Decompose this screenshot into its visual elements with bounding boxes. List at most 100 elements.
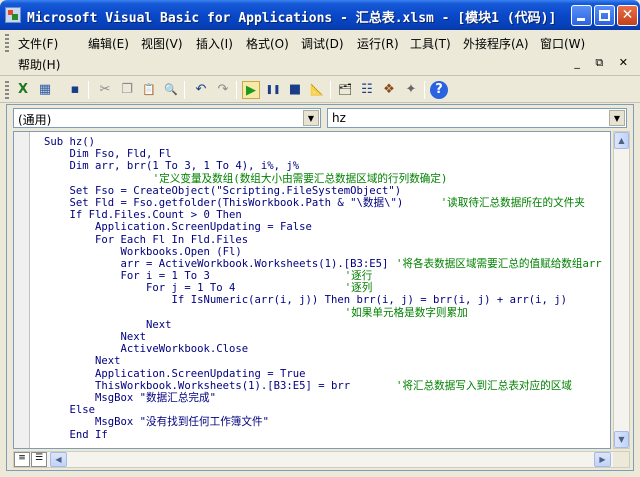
horizontal-scrollbar[interactable]: ≡ ☰ ◀ ▶ (13, 451, 630, 468)
code-line[interactable]: End If (44, 429, 567, 441)
code-line[interactable]: If Fld.Files.Count > 0 Then (44, 209, 567, 221)
code-text: For j = 1 To 4 (44, 282, 236, 295)
reset-icon[interactable]: ■ (286, 81, 304, 99)
redo-icon[interactable]: ↷ (214, 81, 232, 99)
toolbar-separator (236, 81, 237, 99)
code-text: Application.ScreenUpdating = False (44, 221, 312, 234)
code-line[interactable]: Application.ScreenUpdating = True (44, 368, 567, 380)
insert-module-icon[interactable]: ▦ (36, 81, 54, 99)
code-comment: '如果单元格是数字则累加 (344, 306, 468, 319)
code-line[interactable]: For Each Fl In Fld.Files (44, 234, 567, 246)
code-line[interactable]: Next (44, 355, 567, 367)
code-text: Next (44, 331, 147, 343)
menu-format[interactable]: 格式(O) (246, 35, 289, 52)
code-text: arr = ActiveWorkbook.Worksheets(1).[B3:E… (44, 257, 389, 270)
code-line[interactable]: Dim Fso, Fld, Fl (44, 148, 567, 160)
code-lines: Sub hz() Dim Fso, Fld, Fl Dim arr, brr(1… (44, 136, 602, 448)
code-line[interactable]: Sub hz() (44, 136, 567, 148)
paste-icon[interactable]: 📋 (140, 81, 158, 99)
code-line[interactable]: If IsNumeric(arr(i, j)) Then brr(i, j) =… (44, 294, 567, 306)
menu-debug[interactable]: 调试(D) (301, 35, 344, 52)
menu-insert[interactable]: 插入(I) (196, 35, 233, 52)
code-line[interactable]: arr = ActiveWorkbook.Worksheets(1).[B3:E… (44, 257, 602, 270)
project-explorer-icon[interactable]: 🗂 (336, 81, 354, 99)
minimize-icon (577, 18, 585, 21)
menu-edit[interactable]: 编辑(E) (88, 35, 129, 52)
code-text: Workbooks.Open (Fl) (44, 245, 242, 258)
mdi-window-controls[interactable]: _ ⧉ ✕ (574, 56, 634, 70)
code-comment: '将各表数据区域需要汇总的值赋给数组arr (396, 257, 602, 270)
code-line[interactable]: Application.ScreenUpdating = False (44, 221, 567, 233)
title-bar[interactable]: Microsoft Visual Basic for Applications … (0, 0, 640, 30)
vba-app-icon[interactable] (5, 7, 21, 23)
code-line[interactable]: Next (44, 331, 567, 343)
code-comment: '读取待汇总数据所在的文件夹 (440, 196, 585, 209)
code-margin-indicator-bar[interactable] (14, 132, 30, 448)
procedure-combo[interactable]: hz ▼ (327, 108, 627, 128)
design-mode-icon[interactable]: 📐 (308, 81, 326, 99)
scroll-down-icon[interactable]: ▼ (614, 431, 629, 448)
code-line[interactable]: MsgBox "数据汇总完成" (44, 392, 567, 404)
code-line[interactable]: Set Fld = Fso.getfolder(ThisWorkbook.Pat… (44, 196, 585, 209)
code-line[interactable]: For j = 1 To 4 '逐列 (44, 282, 567, 294)
scroll-up-icon[interactable]: ▲ (614, 132, 629, 149)
vertical-scrollbar[interactable]: ▲ ▼ (613, 131, 630, 449)
code-line[interactable]: '定义变量及数组(数组大小由需要汇总数据区域的行列数确定) (44, 173, 567, 185)
code-line[interactable]: Set Fso = CreateObject("Scripting.FileSy… (44, 185, 567, 197)
menu-window[interactable]: 窗口(W) (540, 35, 585, 52)
menu-help[interactable]: 帮助(H) (18, 56, 60, 73)
cut-icon[interactable]: ✂ (96, 81, 114, 99)
code-text: Dim Fso, Fld, Fl (44, 148, 172, 161)
minimize-button[interactable] (571, 5, 592, 26)
excel-icon[interactable]: X (14, 81, 32, 99)
menu-file[interactable]: 文件(F) (18, 35, 58, 52)
object-combo[interactable]: (通用) ▼ (13, 108, 321, 128)
code-text: Dim arr, brr(1 To 3, 1 To 4), i%, j% (44, 160, 300, 173)
code-text: If Fld.Files.Count > 0 Then (44, 209, 242, 222)
toolbar-separator (330, 81, 331, 99)
code-line[interactable]: ThisWorkbook.Worksheets(1).[B3:E5] = brr… (44, 380, 572, 392)
code-line[interactable]: ActiveWorkbook.Close (44, 343, 567, 355)
help-icon[interactable]: ? (430, 81, 448, 99)
object-browser-icon[interactable]: ❖ (380, 81, 398, 99)
code-line[interactable]: For i = 1 To 3 '逐行 (44, 270, 567, 282)
toolbar-grip-handle[interactable] (5, 81, 9, 99)
code-line[interactable] (44, 441, 567, 448)
code-line[interactable]: Else (44, 404, 567, 416)
break-icon[interactable]: ❚❚ (264, 81, 282, 99)
code-window: (通用) ▼ hz ▼ Sub hz() Dim Fso, Fld, Fl Di… (6, 104, 634, 471)
code-line[interactable]: MsgBox "没有找到任何工作簿文件" (44, 416, 567, 428)
code-text: MsgBox "没有找到任何工作簿文件" (44, 416, 269, 429)
copy-icon[interactable]: ❐ (118, 81, 136, 99)
close-button[interactable]: ✕ (617, 5, 638, 26)
code-line[interactable]: Next (44, 319, 567, 331)
toolbox-icon[interactable]: ✦ (402, 81, 420, 99)
menu-addins[interactable]: 外接程序(A) (463, 35, 529, 52)
code-text: Set Fld = Fso.getfolder(ThisWorkbook.Pat… (44, 196, 404, 209)
scroll-right-icon[interactable]: ▶ (594, 452, 611, 467)
menu-grip-handle[interactable] (5, 34, 9, 52)
procedure-combo-value: hz (332, 111, 346, 125)
scroll-left-icon[interactable]: ◀ (50, 452, 67, 467)
code-editor[interactable]: Sub hz() Dim Fso, Fld, Fl Dim arr, brr(1… (13, 131, 611, 449)
run-icon[interactable]: ▶ (242, 81, 260, 99)
properties-icon[interactable]: ☷ (358, 81, 376, 99)
maximize-icon (599, 10, 610, 21)
menu-run[interactable]: 运行(R) (357, 35, 399, 52)
menu-view[interactable]: 视图(V) (141, 35, 183, 52)
find-icon[interactable]: 🔍 (162, 81, 180, 99)
maximize-button[interactable] (594, 5, 615, 26)
undo-icon[interactable]: ↶ (192, 81, 210, 99)
code-text: For i = 1 To 3 (44, 270, 210, 283)
code-line[interactable]: Dim arr, brr(1 To 3, 1 To 4), i%, j% (44, 160, 567, 172)
save-icon[interactable]: ▪ (66, 81, 84, 99)
scrollbar-corner (613, 452, 629, 467)
chevron-down-icon[interactable]: ▼ (303, 110, 319, 126)
code-line[interactable]: '如果单元格是数字则累加 (44, 307, 567, 319)
chevron-down-icon[interactable]: ▼ (609, 110, 625, 126)
procedure-view-icon[interactable]: ≡ (14, 452, 30, 467)
code-line[interactable]: Workbooks.Open (Fl) (44, 246, 567, 258)
code-comment: '定义变量及数组(数组大小由需要汇总数据区域的行列数确定) (152, 172, 448, 185)
full-module-view-icon[interactable]: ☰ (31, 452, 47, 467)
menu-tools[interactable]: 工具(T) (410, 35, 451, 52)
